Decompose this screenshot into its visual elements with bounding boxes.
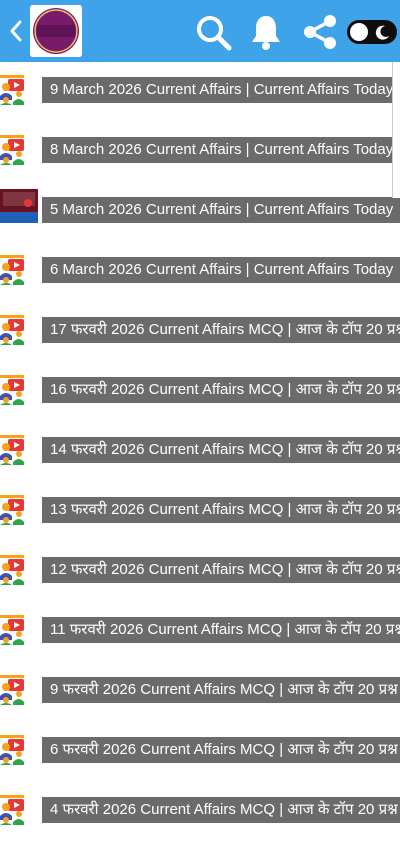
video-lesson-icon[interactable] [0,495,24,525]
video-lesson-icon[interactable] [0,75,24,105]
list-item[interactable]: 12 फरवरी 2026 Current Affairs MCQ | आज क… [0,542,400,602]
search-button[interactable] [193,12,233,52]
post-title-bar[interactable]: 6 फरवरी 2026 Current Affairs MCQ | आज के… [42,737,400,763]
list-item[interactable]: 14 फरवरी 2026 Current Affairs MCQ | आज क… [0,422,400,482]
video-lesson-icon[interactable] [0,315,24,345]
post-title: 8 March 2026 Current Affairs | Current A… [50,141,394,158]
bell-icon [252,16,280,50]
moon-icon [375,25,389,40]
post-title-bar[interactable]: 9 March 2026 Current Affairs | Current A… [42,77,400,103]
post-title: 16 फरवरी 2026 Current Affairs MCQ | आज क… [50,381,400,398]
list-item[interactable]: 9 फरवरी 2026 Current Affairs MCQ | आज के… [0,662,400,722]
list-item[interactable]: 5 March 2026 Current Affairs | Current A… [0,182,400,242]
post-title-bar[interactable]: 5 March 2026 Current Affairs | Current A… [42,197,400,223]
scroll-indicator [392,62,400,198]
list-item[interactable]: 9 March 2026 Current Affairs | Current A… [0,62,400,122]
app-header [0,0,400,62]
list-item[interactable]: 11 फरवरी 2026 Current Affairs MCQ | आज क… [0,602,400,662]
post-title-bar[interactable]: 4 फरवरी 2026 Current Affairs MCQ | आज के… [42,797,400,823]
post-title: 9 March 2026 Current Affairs | Current A… [50,81,394,98]
video-lesson-icon[interactable] [0,435,24,465]
chevron-left-icon [10,20,22,42]
post-title: 5 March 2026 Current Affairs | Current A… [50,201,394,218]
post-title: 6 March 2026 Current Affairs | Current A… [50,261,394,278]
post-title: 12 फरवरी 2026 Current Affairs MCQ | आज क… [50,561,400,578]
list-item[interactable]: 13 फरवरी 2026 Current Affairs MCQ | आज क… [0,482,400,542]
post-title: 14 फरवरी 2026 Current Affairs MCQ | आज क… [50,441,400,458]
academy-logo[interactable] [30,5,82,57]
dark-mode-toggle[interactable] [347,20,397,44]
post-title-bar[interactable]: 16 फरवरी 2026 Current Affairs MCQ | आज क… [42,377,400,403]
list-item[interactable]: 17 फरवरी 2026 Current Affairs MCQ | आज क… [0,302,400,362]
search-icon [197,16,232,51]
post-title-bar[interactable]: 6 March 2026 Current Affairs | Current A… [42,257,400,283]
video-lesson-icon[interactable] [0,135,24,165]
post-title: 4 फरवरी 2026 Current Affairs MCQ | आज के… [50,801,398,818]
share-icon [304,15,336,49]
video-lesson-icon[interactable] [0,615,24,645]
post-title-bar[interactable]: 13 फरवरी 2026 Current Affairs MCQ | आज क… [42,497,400,523]
notifications-button[interactable] [248,13,284,51]
video-lesson-icon[interactable] [0,255,24,285]
video-lesson-icon[interactable] [0,735,24,765]
share-button[interactable] [300,12,340,52]
post-list: 9 March 2026 Current Affairs | Current A… [0,62,400,825]
post-title-bar[interactable]: 9 फरवरी 2026 Current Affairs MCQ | आज के… [42,677,400,703]
post-title: 9 फरवरी 2026 Current Affairs MCQ | आज के… [50,681,398,698]
post-thumbnail[interactable] [0,189,38,223]
post-title-bar[interactable]: 12 फरवरी 2026 Current Affairs MCQ | आज क… [42,557,400,583]
list-item[interactable]: 16 फरवरी 2026 Current Affairs MCQ | आज क… [0,362,400,422]
post-title-bar[interactable]: 8 March 2026 Current Affairs | Current A… [42,137,400,163]
post-title: 17 फरवरी 2026 Current Affairs MCQ | आज क… [50,321,400,338]
list-item[interactable]: 8 March 2026 Current Affairs | Current A… [0,122,400,182]
post-title-bar[interactable]: 17 फरवरी 2026 Current Affairs MCQ | आज क… [42,317,400,343]
toggle-knob [350,23,368,41]
post-title-bar[interactable]: 14 फरवरी 2026 Current Affairs MCQ | आज क… [42,437,400,463]
video-lesson-icon[interactable] [0,675,24,705]
list-item[interactable]: 4 फरवरी 2026 Current Affairs MCQ | आज के… [0,782,400,842]
list-item[interactable]: 6 फरवरी 2026 Current Affairs MCQ | आज के… [0,722,400,782]
back-button[interactable] [6,16,26,46]
post-title: 6 फरवरी 2026 Current Affairs MCQ | आज के… [50,741,398,758]
post-title: 13 फरवरी 2026 Current Affairs MCQ | आज क… [50,501,400,518]
post-title: 11 फरवरी 2026 Current Affairs MCQ | आज क… [50,621,400,638]
video-lesson-icon[interactable] [0,555,24,585]
post-title-bar[interactable]: 11 फरवरी 2026 Current Affairs MCQ | आज क… [42,617,400,643]
logo-image [30,5,82,57]
video-lesson-icon[interactable] [0,375,24,405]
list-item[interactable]: 6 March 2026 Current Affairs | Current A… [0,242,400,302]
